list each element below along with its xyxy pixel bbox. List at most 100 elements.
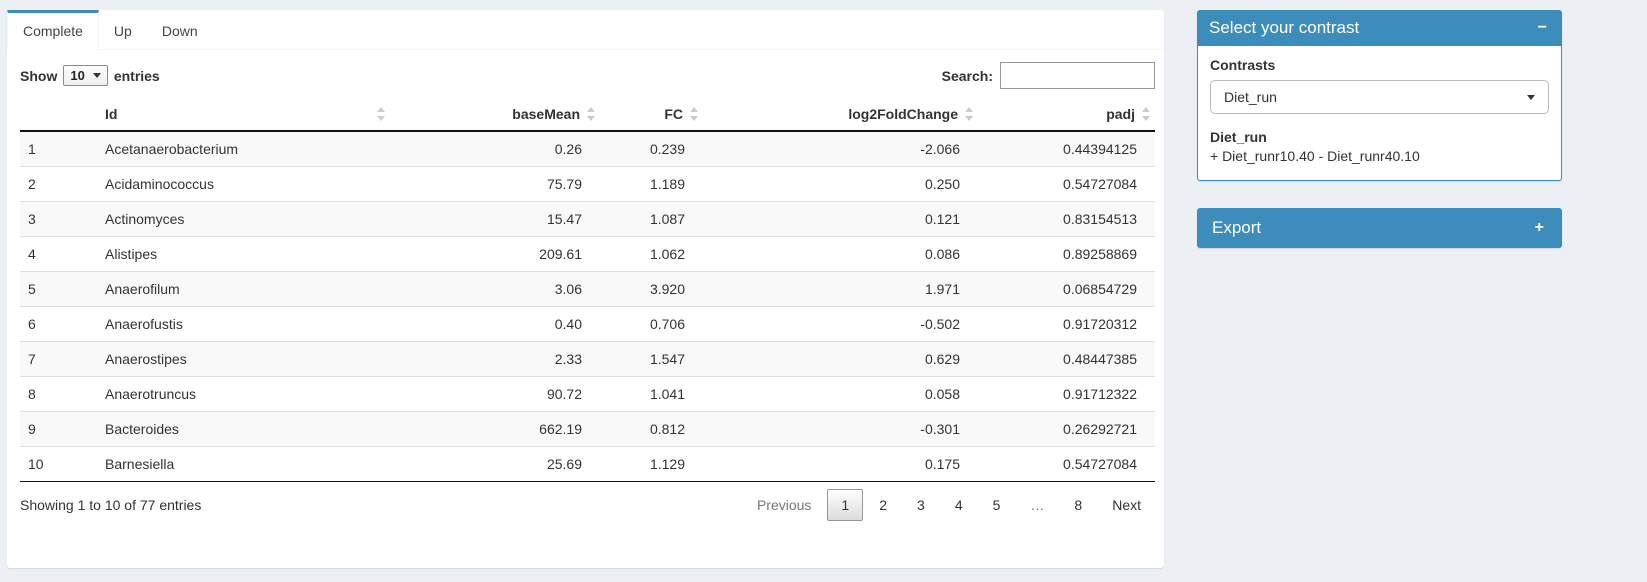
caret-down-icon [1527,95,1535,100]
search-label: Search: [942,68,993,84]
contrast-select[interactable]: Diet_run [1210,80,1549,114]
search-input[interactable] [1000,62,1155,89]
entries-select-value: 10 [70,68,84,83]
cell-log2foldchange: 0.086 [703,237,978,272]
sidebar: Select your contrast − Contrasts Diet_ru… [1197,10,1562,248]
cell-id: Anaerotruncus [97,377,390,412]
collapse-minus-icon[interactable]: − [1535,20,1550,36]
export-box: Export + [1197,208,1562,248]
cell-fc: 1.129 [600,447,703,482]
cell-log2foldchange: -0.301 [703,412,978,447]
tab-bar: Complete Up Down [7,10,1164,50]
table-row: 10 Barnesiella 25.69 1.129 0.175 0.54727… [20,447,1155,482]
cell-basemean: 90.72 [390,377,600,412]
table-row: 1 Acetanaerobacterium 0.26 0.239 -2.066 … [20,131,1155,167]
entries-label: entries [114,68,160,84]
row-index: 9 [20,412,97,447]
table-row: 2 Acidaminococcus 75.79 1.189 0.250 0.54… [20,167,1155,202]
col-header-basemean[interactable]: baseMean [390,98,600,131]
cell-fc: 0.706 [600,307,703,342]
contrast-box-body: Contrasts Diet_run Diet_run + Diet_runr1… [1197,46,1562,181]
cell-id: Anaerofilum [97,272,390,307]
col-header-rownames [20,98,97,131]
contrasts-label: Contrasts [1210,57,1549,73]
cell-basemean: 662.19 [390,412,600,447]
tab-content: Show 10 entries Search: Id [7,50,1164,521]
sort-icon [1142,107,1150,121]
row-index: 2 [20,167,97,202]
export-box-title: Export [1212,218,1261,238]
sort-icon [690,107,698,121]
pagination: Previous 1 2 3 4 5 … 8 Next [741,489,1155,521]
tab-up[interactable]: Up [99,10,147,50]
cell-fc: 3.920 [600,272,703,307]
cell-fc: 1.547 [600,342,703,377]
row-index: 1 [20,131,97,167]
row-index: 5 [20,272,97,307]
cell-basemean: 3.06 [390,272,600,307]
tab-complete[interactable]: Complete [7,10,99,50]
pagination-page-3[interactable]: 3 [903,489,939,521]
cell-fc: 0.239 [600,131,703,167]
contrast-box: Select your contrast − Contrasts Diet_ru… [1197,10,1562,181]
cell-padj: 0.48447385 [978,342,1155,377]
pagination-page-8[interactable]: 8 [1060,489,1096,521]
table-row: 6 Anaerofustis 0.40 0.706 -0.502 0.91720… [20,307,1155,342]
tab-down[interactable]: Down [147,10,213,50]
row-index: 4 [20,237,97,272]
table-footer: Showing 1 to 10 of 77 entries Previous 1… [20,489,1155,521]
col-header-fc[interactable]: FC [600,98,703,131]
col-header-padj-label: padj [1106,106,1135,122]
col-header-padj[interactable]: padj [978,98,1155,131]
results-tab-box: Complete Up Down Show 10 entries Search: [7,10,1164,568]
search-control: Search: [942,62,1155,89]
contrast-box-title: Select your contrast [1209,18,1359,38]
collapse-plus-icon[interactable]: + [1532,220,1547,236]
pagination-page-4[interactable]: 4 [941,489,977,521]
col-header-id[interactable]: Id [97,98,390,131]
sort-icon [377,107,385,121]
cell-padj: 0.91712322 [978,377,1155,412]
col-header-log2foldchange[interactable]: log2FoldChange [703,98,978,131]
cell-log2foldchange: 0.250 [703,167,978,202]
cell-padj: 0.54727084 [978,167,1155,202]
cell-id: Anaerofustis [97,307,390,342]
cell-log2foldchange: 0.058 [703,377,978,412]
cell-basemean: 25.69 [390,447,600,482]
row-index: 7 [20,342,97,377]
contrast-select-value: Diet_run [1224,89,1277,105]
contrast-name: Diet_run [1210,129,1549,145]
cell-log2foldchange: 0.121 [703,202,978,237]
cell-basemean: 15.47 [390,202,600,237]
cell-basemean: 209.61 [390,237,600,272]
pagination-page-5[interactable]: 5 [979,489,1015,521]
cell-fc: 0.812 [600,412,703,447]
table-row: 9 Bacteroides 662.19 0.812 -0.301 0.2629… [20,412,1155,447]
entries-select[interactable]: 10 [63,65,107,86]
show-label: Show [20,68,57,84]
cell-padj: 0.44394125 [978,131,1155,167]
table-row: 3 Actinomyces 15.47 1.087 0.121 0.831545… [20,202,1155,237]
cell-padj: 0.89258869 [978,237,1155,272]
cell-log2foldchange: -0.502 [703,307,978,342]
contrast-box-header: Select your contrast − [1197,10,1562,46]
table-row: 7 Anaerostipes 2.33 1.547 0.629 0.484473… [20,342,1155,377]
contrast-formula: + Diet_runr10.40 - Diet_runr40.10 [1210,148,1549,164]
table-header-row: Id baseMean FC log2FoldChange padj [20,98,1155,131]
pagination-page-2[interactable]: 2 [865,489,901,521]
cell-log2foldchange: -2.066 [703,131,978,167]
row-index: 6 [20,307,97,342]
cell-fc: 1.189 [600,167,703,202]
col-header-fc-label: FC [664,106,683,122]
pagination-next[interactable]: Next [1098,489,1155,521]
cell-fc: 1.041 [600,377,703,412]
table-controls: Show 10 entries Search: [20,62,1155,89]
entries-length-control: Show 10 entries [20,65,160,86]
cell-padj: 0.06854729 [978,272,1155,307]
cell-basemean: 0.40 [390,307,600,342]
cell-log2foldchange: 0.175 [703,447,978,482]
pagination-previous[interactable]: Previous [743,489,825,521]
cell-basemean: 2.33 [390,342,600,377]
pagination-page-1[interactable]: 1 [827,489,863,521]
cell-id: Actinomyces [97,202,390,237]
